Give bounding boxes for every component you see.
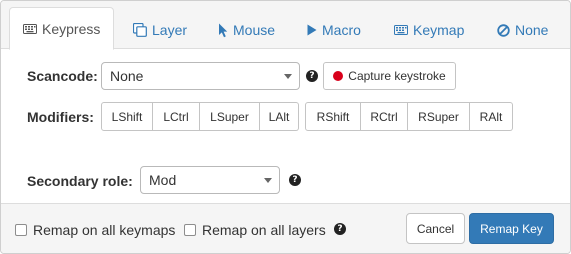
- tab-label: Layer: [152, 22, 188, 38]
- play-icon: [307, 24, 317, 36]
- modifier-rsuper-button[interactable]: RSuper: [408, 102, 470, 131]
- secondary-role-label: Secondary role:: [27, 173, 133, 189]
- tab-bar: Keypress Layer Mouse Macro Keymap None: [1, 1, 570, 50]
- modifier-lshift-button[interactable]: LShift: [101, 102, 153, 131]
- tab-label: Mouse: [233, 22, 276, 38]
- modifier-lctrl-button[interactable]: LCtrl: [153, 102, 200, 131]
- modifiers-label: Modifiers:: [27, 109, 94, 125]
- tab-keymap[interactable]: Keymap: [394, 10, 464, 50]
- scancode-select[interactable]: None: [101, 62, 300, 90]
- checkbox-box[interactable]: [15, 224, 27, 236]
- ban-icon: [497, 23, 510, 37]
- popover-footer: Remap on all keymaps Remap on all layers…: [1, 203, 570, 253]
- remap-all-layers-checkbox[interactable]: Remap on all layers: [184, 222, 326, 238]
- capture-keystroke-label: Capture keystroke: [348, 69, 446, 83]
- modifier-lsuper-button[interactable]: LSuper: [200, 102, 260, 131]
- remap-all-keymaps-label: Remap on all keymaps: [33, 222, 176, 238]
- tab-macro[interactable]: Macro: [307, 10, 361, 50]
- remap-key-button[interactable]: Remap Key: [469, 213, 554, 244]
- modifier-rshift-button[interactable]: RShift: [305, 102, 361, 131]
- modifier-lalt-button[interactable]: LAlt: [260, 102, 299, 131]
- tab-label: Keypress: [42, 20, 101, 37]
- layer-icon: [133, 23, 147, 37]
- remap-all-layers-label: Remap on all layers: [202, 222, 326, 238]
- tab-label: Keymap: [413, 22, 465, 38]
- help-icon[interactable]: ?: [334, 223, 346, 235]
- chevron-down-icon: [284, 74, 292, 79]
- right-modifiers-group: RShift RCtrl RSuper RAlt: [305, 102, 513, 131]
- tab-label: None: [515, 22, 549, 38]
- scancode-value: None: [110, 68, 144, 84]
- tab-none[interactable]: None: [497, 10, 548, 50]
- tab-layer[interactable]: Layer: [133, 10, 187, 50]
- keyboard-icon: [23, 23, 37, 34]
- modifier-rctrl-button[interactable]: RCtrl: [361, 102, 408, 131]
- help-icon[interactable]: ?: [306, 70, 318, 82]
- tab-keypress[interactable]: Keypress: [9, 7, 115, 50]
- cancel-button[interactable]: Cancel: [406, 213, 465, 244]
- secondary-role-value: Mod: [149, 172, 177, 188]
- tab-mouse[interactable]: Mouse: [218, 10, 275, 50]
- modifier-ralt-button[interactable]: RAlt: [470, 102, 513, 131]
- tab-label: Macro: [322, 22, 361, 38]
- secondary-role-select[interactable]: Mod: [140, 166, 280, 194]
- keyboard-icon: [394, 25, 408, 35]
- remap-key-popover: Keypress Layer Mouse Macro Keymap None S…: [0, 0, 571, 254]
- left-modifiers-group: LShift LCtrl LSuper LAlt: [101, 102, 299, 131]
- capture-keystroke-button[interactable]: Capture keystroke: [323, 62, 456, 90]
- help-icon[interactable]: ?: [289, 174, 301, 186]
- remap-all-keymaps-checkbox[interactable]: Remap on all keymaps: [15, 222, 175, 238]
- chevron-down-icon: [264, 178, 272, 183]
- record-icon: [333, 71, 344, 81]
- scancode-label: Scancode:: [27, 68, 98, 84]
- checkbox-box[interactable]: [184, 224, 196, 236]
- mouse-pointer-icon: [218, 23, 228, 38]
